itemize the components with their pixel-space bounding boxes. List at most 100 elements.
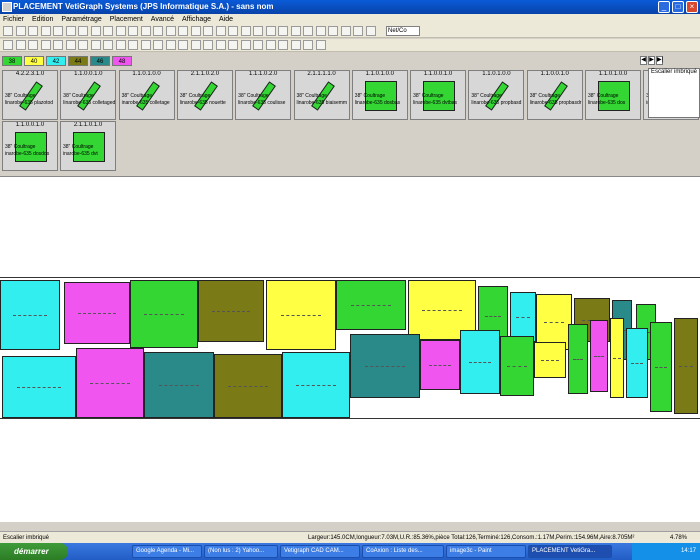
fit-icon[interactable] — [265, 26, 276, 36]
placement-tool-26-icon[interactable] — [315, 40, 326, 50]
piece-thumbnail[interactable]: 1.1.0.1.0.0 38" Coultrage linarobe-635 pro… — [468, 70, 525, 120]
placement-tool-12-icon[interactable] — [140, 40, 151, 50]
prev-arrow-icon[interactable]: ◀ — [640, 56, 647, 65]
menu-placement[interactable]: Placement — [107, 14, 146, 25]
placement-tool-7-icon[interactable] — [78, 40, 88, 50]
marker-piece[interactable] — [2, 356, 76, 418]
placement-tool-3-icon[interactable] — [28, 40, 38, 50]
marker-piece[interactable] — [674, 318, 698, 414]
marker-piece[interactable] — [610, 318, 624, 398]
start-button[interactable]: démarrer — [0, 543, 68, 560]
piece-thumbnail[interactable]: 2.1.1.0.2.0 38" Coultrage linarobe-635 nou… — [176, 70, 233, 120]
close-button[interactable]: × — [686, 1, 698, 13]
placement-tool-20-icon[interactable] — [240, 40, 251, 50]
staircase-option[interactable]: Escalier imbriqué — [648, 68, 700, 118]
task-paint[interactable]: image3c - Paint — [446, 545, 526, 558]
size-tab-38[interactable]: 38 — [2, 56, 22, 66]
print-icon[interactable] — [53, 26, 63, 36]
redo-icon[interactable] — [78, 26, 88, 36]
piece-thumbnail[interactable]: 1.1.0.0.1.0 38" Coultrage linarobe-635 col… — [60, 70, 117, 120]
stack-icon[interactable] — [178, 26, 188, 36]
info-icon[interactable] — [353, 26, 363, 36]
marker-piece[interactable] — [460, 330, 500, 394]
align-center-icon[interactable] — [115, 26, 126, 36]
marker-piece[interactable] — [626, 328, 648, 398]
zoom-in-icon[interactable] — [228, 26, 238, 36]
save-as-icon[interactable] — [40, 26, 51, 36]
mirror-icon[interactable] — [165, 26, 176, 36]
placement-tool-19-icon[interactable] — [228, 40, 238, 50]
placement-tool-5-icon[interactable] — [53, 40, 63, 50]
marker-piece[interactable] — [198, 280, 264, 342]
save-icon[interactable] — [28, 26, 38, 36]
piece-thumbnail[interactable]: 1.1.1.0.2.0 38" Coultrage linarobe-635 cou… — [235, 70, 292, 120]
marker-piece[interactable] — [130, 280, 198, 348]
scroll-end-icon[interactable]: ▶| — [656, 56, 663, 65]
piece-thumbnail[interactable]: 1.1.0.1.0.0 38" Coultrage linarobe-635 dos — [585, 70, 641, 120]
size-tab-48[interactable]: 48 — [112, 56, 132, 66]
maximize-button[interactable]: □ — [672, 1, 684, 13]
piece-thumbnail[interactable]: 1.1.0.1.0.0 38" Coultrage linarobe-635 dos… — [351, 70, 408, 120]
marker-piece[interactable] — [76, 348, 144, 418]
size-tab-46[interactable]: 46 — [90, 56, 110, 66]
text-icon[interactable] — [328, 26, 338, 36]
placement-tool-11-icon[interactable] — [128, 40, 138, 50]
marker-piece[interactable] — [650, 322, 672, 412]
placement-tool-14-icon[interactable] — [165, 40, 176, 50]
menu-fichier[interactable]: Fichier — [0, 14, 27, 25]
task-google-agenda[interactable]: Google Agenda - Mi... — [132, 545, 202, 558]
placement-tool-18-icon[interactable] — [215, 40, 226, 50]
placement-tool-10-icon[interactable] — [115, 40, 126, 50]
marker-piece[interactable] — [420, 340, 460, 390]
placement-tool-23-icon[interactable] — [278, 40, 288, 50]
placement-tool-17-icon[interactable] — [203, 40, 213, 50]
placement-tool-15-icon[interactable] — [178, 40, 188, 50]
piece-thumbnail[interactable]: 1.1.0.0.1.0 38" Coultrage linarobe-635 pro… — [526, 70, 583, 120]
menu-affichage[interactable]: Affichage — [179, 14, 214, 25]
zoom-select[interactable]: Net/Co — [386, 26, 420, 36]
placement-tool-2-icon[interactable] — [15, 40, 26, 50]
placement-tool-1-icon[interactable] — [3, 40, 13, 50]
menu-aide[interactable]: Aide — [216, 14, 236, 25]
placement-tool-21-icon[interactable] — [253, 40, 263, 50]
placement-tool-9-icon[interactable] — [103, 40, 113, 50]
marker-piece[interactable] — [214, 354, 282, 418]
menu-avance[interactable]: Avancé — [148, 14, 177, 25]
move-icon[interactable] — [253, 26, 263, 36]
marker-piece[interactable] — [64, 282, 130, 344]
marker-piece[interactable] — [510, 292, 536, 342]
marker-piece[interactable] — [266, 280, 336, 350]
placement-tool-22-icon[interactable] — [265, 40, 276, 50]
grid-icon[interactable] — [90, 26, 101, 36]
merge-icon[interactable] — [215, 26, 226, 36]
size-tab-40[interactable]: 40 — [24, 56, 44, 66]
flip-icon[interactable] — [153, 26, 163, 36]
menu-edition[interactable]: Edition — [29, 14, 56, 25]
open-icon[interactable] — [15, 26, 26, 36]
measure-icon[interactable] — [315, 26, 326, 36]
piece-thumbnail[interactable]: 1.1.0.0.1.0 38" Coultrage inarobe-635 dosd… — [2, 121, 58, 171]
marker-canvas[interactable] — [0, 176, 700, 522]
piece-thumbnail[interactable]: 1.1.0.1.0.0 38" Coultrage inarobe-635 coll… — [118, 70, 175, 120]
marker-piece[interactable] — [282, 352, 350, 418]
marker-piece[interactable] — [500, 336, 534, 396]
piece-thumbnail[interactable]: 1.1.0.0.1.0 38" Coultrage linarobe-635 dvt… — [410, 70, 467, 120]
search-icon[interactable] — [290, 26, 301, 36]
align-left-icon[interactable] — [103, 26, 113, 36]
zoom-out-icon[interactable] — [240, 26, 251, 36]
marker-piece[interactable] — [534, 342, 566, 378]
split-icon[interactable] — [203, 26, 213, 36]
align-right-icon[interactable] — [128, 26, 138, 36]
placement-tool-25-icon[interactable] — [303, 40, 313, 50]
marker-piece[interactable] — [568, 324, 588, 394]
about-icon[interactable] — [365, 26, 376, 36]
marker-piece[interactable] — [0, 280, 60, 350]
placement-tool-8-icon[interactable] — [90, 40, 101, 50]
undo-icon[interactable] — [65, 26, 76, 36]
help-icon[interactable] — [340, 26, 351, 36]
placement-tool-24-icon[interactable] — [290, 40, 301, 50]
marker-piece[interactable] — [336, 280, 406, 330]
app-icon[interactable] — [2, 2, 12, 12]
placement-tool-16-icon[interactable] — [190, 40, 201, 50]
placement-tool-6-icon[interactable] — [65, 40, 76, 50]
